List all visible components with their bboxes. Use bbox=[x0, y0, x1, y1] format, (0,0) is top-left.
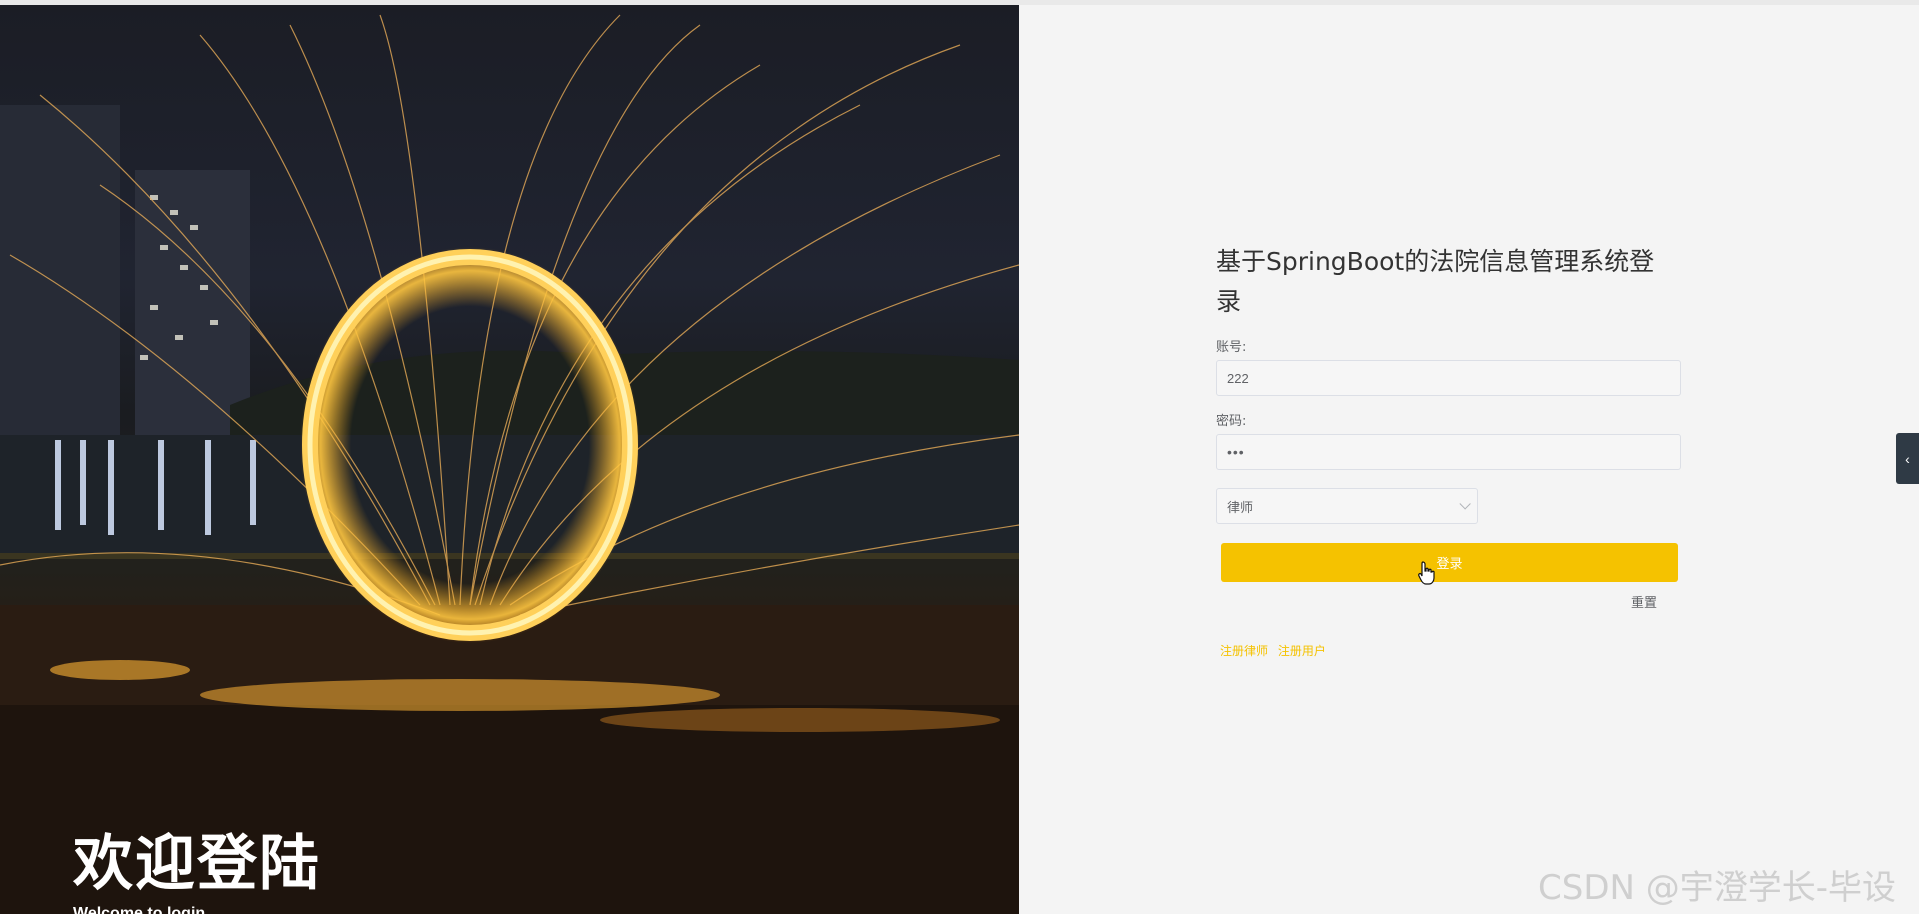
account-label: 账号: bbox=[1216, 340, 1247, 355]
password-input[interactable]: ••• bbox=[1216, 434, 1681, 470]
hand-cursor-icon bbox=[1418, 561, 1435, 585]
password-label: 密码: bbox=[1216, 414, 1247, 429]
login-button-label: 登录 bbox=[1436, 557, 1463, 572]
account-input[interactable]: 222 bbox=[1216, 360, 1681, 396]
register-lawyer-link[interactable]: 注册律师 bbox=[1220, 644, 1268, 658]
role-select-value: 律师 bbox=[1227, 500, 1254, 516]
side-collapse-tab[interactable]: ‹ bbox=[1896, 433, 1919, 484]
welcome-title: 欢迎登陆 bbox=[73, 829, 321, 899]
role-select[interactable]: 律师 bbox=[1216, 488, 1478, 524]
reset-row: 重置 bbox=[1216, 592, 1681, 612]
welcome-subtitle: Welcome to login bbox=[73, 905, 206, 914]
steel-wool-fire-image bbox=[0, 14, 1019, 914]
register-links: 注册律师 注册用户 bbox=[1220, 642, 1681, 659]
login-form: 基于SpringBoot的法院信息管理系统登录 账号: 222 密码: ••• … bbox=[1216, 242, 1681, 659]
chevron-down-icon bbox=[1459, 498, 1471, 510]
chevron-left-icon: ‹ bbox=[1905, 450, 1910, 467]
reset-button[interactable]: 重置 bbox=[1631, 596, 1657, 611]
watermark: CSDN @宇澄学长-毕设 bbox=[1538, 868, 1897, 908]
login-title: 基于SpringBoot的法院信息管理系统登录 bbox=[1216, 247, 1655, 316]
hero-image-panel: 欢迎登陆 Welcome to login bbox=[0, 5, 1019, 914]
login-button[interactable]: 登录 bbox=[1221, 543, 1678, 582]
register-user-link[interactable]: 注册用户 bbox=[1278, 644, 1326, 658]
